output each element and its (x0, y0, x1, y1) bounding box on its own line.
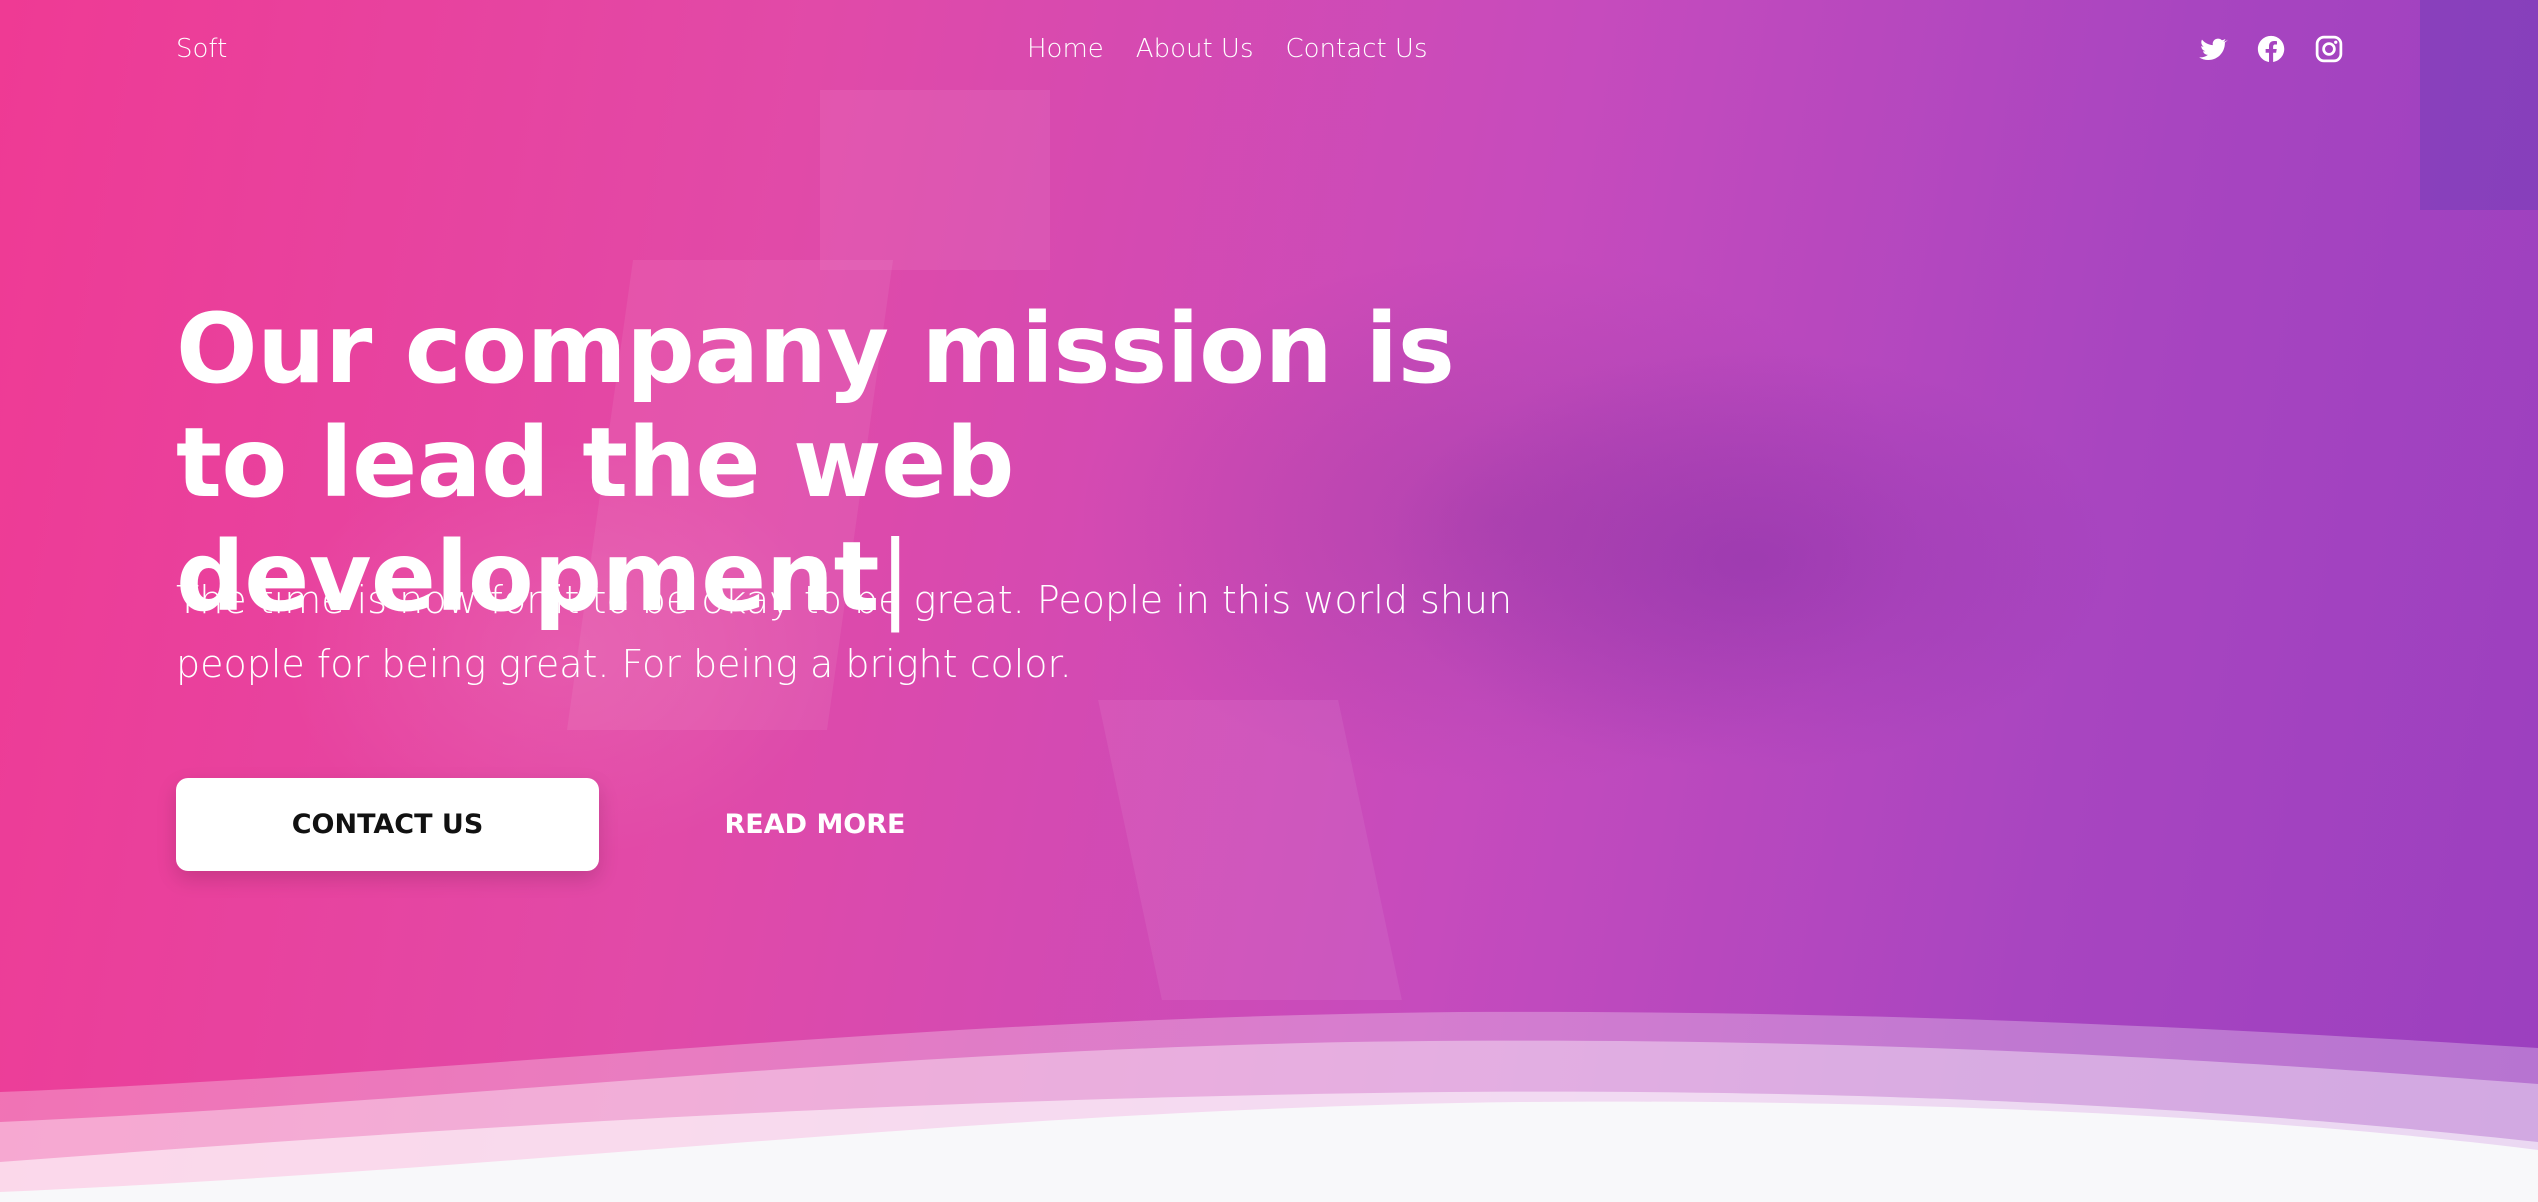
desk-shape (1098, 700, 1402, 1000)
nav-link-about[interactable]: About Us (1136, 34, 1254, 64)
facebook-icon[interactable] (2256, 34, 2286, 64)
window-shape (820, 90, 1050, 270)
nav-link-contact[interactable]: Contact Us (1286, 34, 1428, 64)
nav-link-home[interactable]: Home (1027, 34, 1104, 64)
poster-shape (2420, 0, 2538, 210)
main-nav: Home About Us Contact Us (1027, 34, 1428, 64)
hero-wave-divider (0, 1011, 2538, 1202)
hero-section: Soft Home About Us Contact Us Our compan… (0, 0, 2538, 1202)
social-links (2198, 34, 2344, 64)
read-more-button[interactable]: READ MORE (680, 778, 950, 871)
instagram-icon[interactable] (2314, 34, 2344, 64)
twitter-icon[interactable] (2198, 34, 2228, 64)
hero-lead-text: The time is now for it to be okay to be … (176, 578, 1513, 686)
brand-logo[interactable]: Soft (176, 34, 227, 64)
contact-us-button[interactable]: CONTACT US (176, 778, 599, 871)
